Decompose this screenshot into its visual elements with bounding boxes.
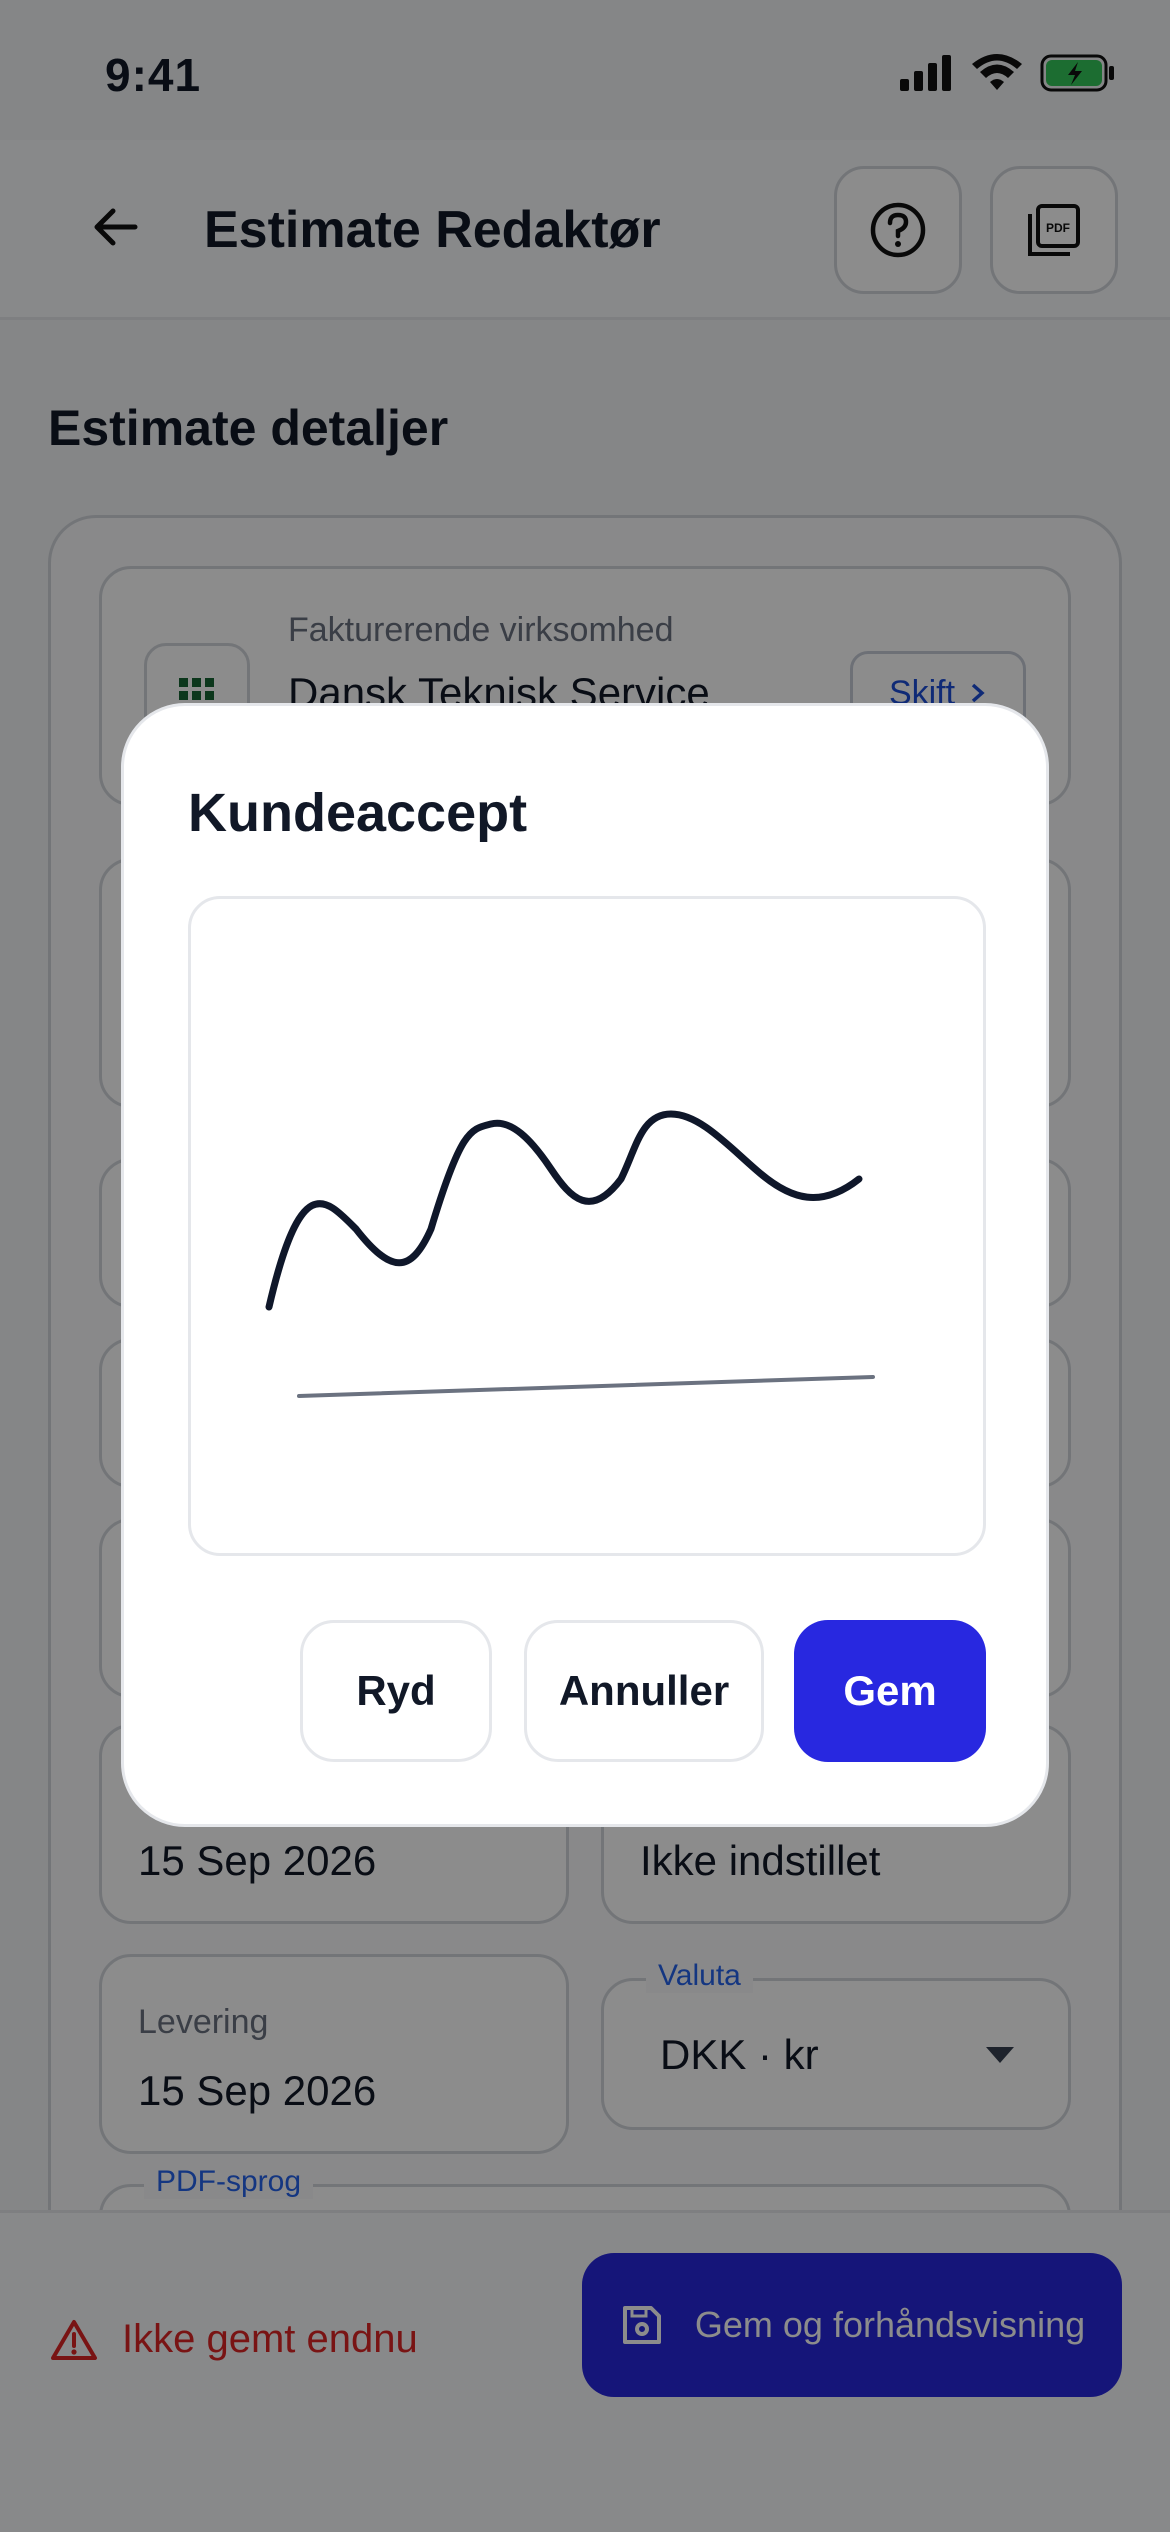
clear-button[interactable]: Ryd	[300, 1620, 492, 1762]
save-button[interactable]: Gem	[794, 1620, 986, 1762]
cancel-label: Annuller	[558, 1667, 730, 1714]
signature-pad[interactable]	[188, 896, 986, 1556]
save-label: Gem	[843, 1667, 937, 1714]
signature-drawing	[265, 1110, 875, 1398]
cancel-button[interactable]: Annuller	[524, 1620, 764, 1762]
signature-dialog: Kundeaccept Ryd Annuller Gem	[121, 703, 1049, 1827]
clear-label: Ryd	[356, 1667, 436, 1714]
dialog-title: Kundeaccept	[188, 783, 528, 843]
